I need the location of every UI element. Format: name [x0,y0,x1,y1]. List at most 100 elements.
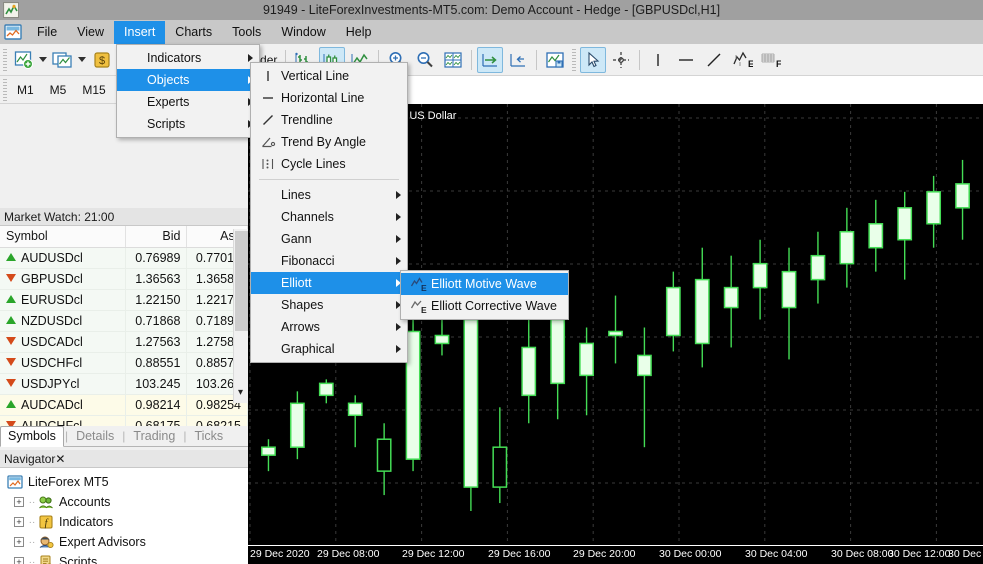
x-axis-tick-label: 30 Dec 12:00 [888,548,951,560]
column-header-bid[interactable]: Bid [125,226,188,248]
menu-item-insert[interactable]: Insert [114,20,166,44]
table-row[interactable]: AUDUSDcl 0.76989 0.77015 [0,247,248,269]
tab-trading[interactable]: Trading [126,427,182,446]
menu-item-window[interactable]: Window [271,21,335,44]
menu-item-lines[interactable]: Lines [251,184,407,206]
sidebar-item-label: Accounts [59,495,111,509]
elliott-submenu[interactable]: E Elliott Motive Wave E Elliott Correcti… [400,270,569,320]
sidebar-item-label: Expert Advisors [59,535,146,549]
symbol-cell: USDCHFcl [0,352,126,374]
tile-windows-icon[interactable] [440,47,466,73]
cycle-lines-icon [257,157,279,171]
cursor-icon[interactable] [580,46,607,73]
tab-symbols[interactable]: Symbols [0,426,64,447]
elliott-wave-icon[interactable]: E [729,47,755,73]
navigator-root-item[interactable]: LiteForex MT5 [6,472,248,492]
menu-item-trendline[interactable]: Trendline [251,109,407,131]
elliott-corrective-wave-icon: E [407,299,429,314]
menu-bar: File View Insert Charts Tools Window Hel… [0,20,983,44]
menu-item-tools[interactable]: Tools [222,21,271,44]
objects-submenu[interactable]: Vertical Line Horizontal Line Trendline … [250,62,408,363]
scroll-down-icon[interactable]: ▾ [233,383,248,401]
menu-item-fibonacci[interactable]: Fibonacci [251,250,407,272]
algo-trading-icon[interactable]: $ [89,47,115,73]
horizontal-line-icon[interactable] [673,47,699,73]
sidebar-item-label: Scripts [59,555,98,564]
new-chart-dropdown-caret[interactable] [39,57,47,62]
menu-item-vertical-line[interactable]: Vertical Line [251,65,407,87]
bid-cell: 1.22150 [125,289,188,311]
price-up-arrow-icon [6,399,16,408]
menu-item-elliott[interactable]: Elliott [251,272,407,294]
menu-item-horizontal-line[interactable]: Horizontal Line [251,87,407,109]
tab-ticks[interactable]: Ticks [187,427,230,446]
sidebar-item-accounts[interactable]: + ·· Accounts [14,492,248,512]
symbol-cell: AUDUSDcl [0,247,126,269]
menu-item-experts[interactable]: Experts [117,91,259,113]
accounts-icon [37,494,55,510]
new-chart-icon[interactable] [11,47,37,73]
timeframe-m1[interactable]: M1 [10,80,41,100]
mt5-application-window: 91949 - LiteForexInvestments-MT5.com: De… [0,0,983,564]
toolbar-grip-2[interactable] [572,48,577,71]
crosshair-icon[interactable] [608,47,634,73]
table-row[interactable]: USDCADcl 1.27563 1.27588 [0,331,248,353]
menu-item-view[interactable]: View [67,21,114,44]
table-header-row: Symbol Bid Ask [0,226,248,248]
timeframe-grip[interactable] [3,78,7,101]
trendline-icon[interactable] [701,47,727,73]
zoom-out-icon[interactable] [412,47,438,73]
close-icon[interactable]: ✕ [55,452,65,466]
insert-dropdown-menu[interactable]: Indicators Objects Experts Scripts [116,44,260,138]
expand-plus-icon[interactable]: + [14,537,24,547]
market-watch-header: Market Watch: 21:00 [0,208,248,226]
bid-cell: 1.27563 [125,331,188,353]
table-row[interactable]: EURUSDcl 1.22150 1.22170 [0,289,248,311]
scrollbar-thumb[interactable] [235,231,248,331]
toolbar-grip[interactable] [3,48,7,71]
indicators-icon: f [37,514,55,530]
table-row[interactable]: NZDUSDcl 0.71868 0.71891 [0,310,248,332]
sidebar-item-scripts[interactable]: + ·· Scripts [14,552,248,564]
menu-item-scripts[interactable]: Scripts [117,113,259,135]
timeframe-m5[interactable]: M5 [43,80,74,100]
symbol-cell: USDJPYcl [0,373,126,395]
menu-item-trend-by-angle[interactable]: Trend By Angle [251,131,407,153]
column-header-symbol[interactable]: Symbol [0,226,126,248]
menu-item-elliott-corrective-wave[interactable]: E Elliott Corrective Wave [401,295,568,317]
menu-item-arrows[interactable]: Arrows [251,316,407,338]
menu-item-gann[interactable]: Gann [251,228,407,250]
toolbar-separator-5 [639,49,641,70]
expand-plus-icon[interactable]: + [14,557,24,564]
expand-plus-icon[interactable]: + [14,497,24,507]
table-row[interactable]: AUDCADcl 0.98214 0.98254 [0,394,248,416]
price-down-arrow-icon [6,336,16,345]
menu-item-channels[interactable]: Channels [251,206,407,228]
auto-scroll-icon[interactable] [477,46,504,73]
sidebar-item-indicators[interactable]: + ·· f Indicators [14,512,248,532]
market-watch-scrollbar[interactable] [233,229,248,403]
menu-item-indicators[interactable]: Indicators [117,47,259,69]
menu-item-shapes[interactable]: Shapes [251,294,407,316]
profiles-dropdown-caret[interactable] [78,57,86,62]
menu-item-cycle-lines[interactable]: Cycle Lines [251,153,407,175]
menu-item-file[interactable]: File [27,21,67,44]
chart-shift-icon[interactable] [505,47,531,73]
sidebar-item-expert-advisors[interactable]: + ·· Expert Advisors [14,532,248,552]
menu-item-charts[interactable]: Charts [165,21,222,44]
menu-item-help[interactable]: Help [336,21,382,44]
timeframe-m15[interactable]: M15 [75,80,112,100]
table-row[interactable]: USDCHFcl 0.88551 0.88574 [0,352,248,374]
fibonacci-grid-icon[interactable]: F [757,47,783,73]
table-row[interactable]: USDJPYcl 103.245 103.269 [0,373,248,395]
menu-item-elliott-motive-wave[interactable]: E Elliott Motive Wave [401,273,568,295]
title-bar: 91949 - LiteForexInvestments-MT5.com: De… [0,0,983,20]
table-row[interactable]: GBPUSDcl 1.36563 1.36586 [0,268,248,290]
menu-item-objects[interactable]: Objects [117,69,259,91]
menu-item-graphical[interactable]: Graphical [251,338,407,360]
profiles-icon[interactable] [50,47,76,73]
vertical-line-icon[interactable] [645,47,671,73]
save-template-icon[interactable] [542,47,568,73]
expand-plus-icon[interactable]: + [14,517,24,527]
tab-details[interactable]: Details [69,427,121,446]
